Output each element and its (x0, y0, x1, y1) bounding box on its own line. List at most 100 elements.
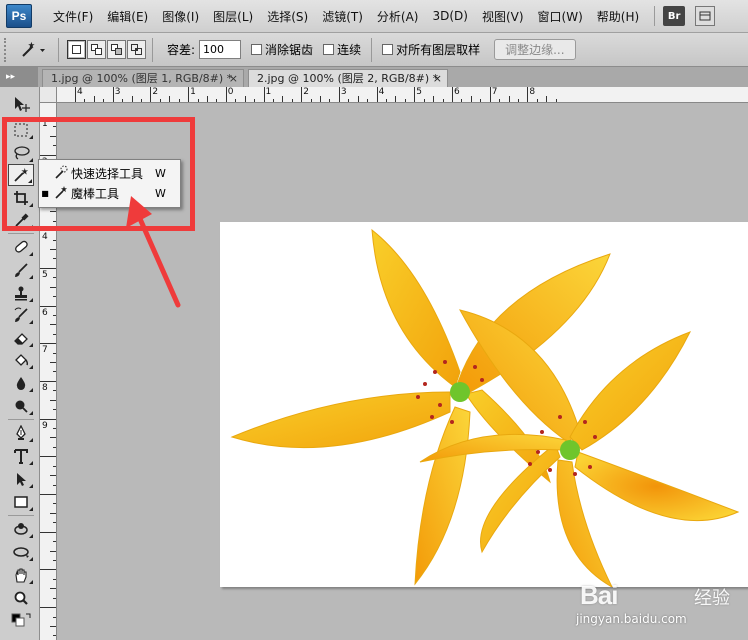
contiguous-checkbox-box[interactable] (323, 44, 335, 55)
tab-label: 2.jpg @ 100% (图层 2, RGB/8#) * (257, 72, 439, 85)
pen-tool-icon[interactable] (8, 422, 34, 444)
3d-orbit-tool-icon[interactable] (8, 541, 34, 563)
tab-1jpg[interactable]: 1.jpg @ 100% (图层 1, RGB/8#) * × (42, 69, 244, 87)
close-icon[interactable]: × (229, 70, 238, 87)
zoom-tool-icon[interactable] (8, 587, 34, 609)
ruler-label: 2 (303, 87, 309, 97)
paint-bucket-tool-icon[interactable] (8, 349, 34, 371)
type-tool-icon[interactable] (8, 445, 34, 467)
ruler-tick (50, 324, 56, 326)
ruler-tick (272, 99, 274, 102)
shape-tool-icon[interactable] (8, 491, 34, 513)
hand-tool-icon[interactable] (8, 564, 34, 586)
ruler-tick (53, 597, 56, 599)
ruler-tick (93, 96, 95, 102)
bridge-button[interactable]: Br (663, 6, 686, 26)
ruler-tick (376, 87, 378, 102)
tab-2jpg[interactable]: 2.jpg @ 100% (图层 2, RGB/8#) * × (248, 69, 448, 87)
ruler-tick (301, 87, 303, 102)
tolerance-input[interactable] (199, 40, 242, 59)
refine-edge-button[interactable]: 调整边缘... (494, 39, 576, 60)
ruler-tick (53, 465, 56, 467)
menu-layer[interactable]: 图层(L) (206, 8, 260, 25)
move-tool-icon[interactable] (8, 93, 34, 115)
ruler-tick (40, 494, 56, 495)
sample-all-layers-checkbox[interactable]: 对所有图层取样 (382, 41, 480, 58)
menu-file[interactable]: 文件(F) (46, 8, 100, 25)
menu-window[interactable]: 窗口(W) (531, 8, 590, 25)
ruler-tick (291, 99, 293, 102)
ruler-tick (216, 99, 218, 102)
ruler-label: 9 (42, 420, 48, 431)
ruler-tick (329, 99, 331, 102)
ruler-label: 8 (42, 382, 48, 393)
watermark-brand-suffix: 经验 (694, 588, 730, 609)
flower-right (419, 309, 740, 587)
ruler-tick (50, 475, 56, 477)
ruler-tick (386, 99, 388, 102)
menu-select[interactable]: 选择(S) (260, 8, 315, 25)
contiguous-label: 连续 (337, 43, 362, 57)
launch-minibridge-icon[interactable] (695, 6, 716, 26)
antialias-checkbox[interactable]: 消除锯齿 (251, 41, 313, 58)
sample-all-layers-checkbox-box[interactable] (382, 44, 394, 55)
ruler-tick (461, 99, 463, 102)
ruler-tick (103, 99, 105, 102)
horizontal-ruler[interactable]: 4 3 2 1 0 1 2 3 4 5 6 7 8 (57, 87, 748, 103)
ruler-tick (53, 390, 56, 392)
menu-analysis[interactable]: 分析(A) (370, 8, 426, 25)
ruler-label: 1 (265, 87, 272, 97)
ruler-tick (527, 87, 529, 102)
ruler-tick (50, 286, 56, 288)
brush-tool-icon[interactable] (8, 259, 34, 281)
ruler-tick (40, 607, 56, 609)
tool-preset-picker[interactable] (14, 38, 52, 62)
ruler-tick (53, 541, 56, 543)
new-selection-button[interactable] (67, 40, 86, 59)
document-canvas[interactable] (220, 222, 748, 587)
ruler-origin[interactable] (40, 87, 57, 103)
menu-filter[interactable]: 滤镜(T) (315, 8, 370, 25)
color-swatches-icon[interactable] (8, 610, 34, 632)
ruler-tick (169, 96, 171, 102)
path-selection-tool-icon[interactable] (8, 468, 34, 490)
ruler-tick (395, 96, 397, 102)
ruler-tick (480, 99, 482, 102)
options-grip[interactable] (4, 37, 10, 62)
ruler-tick (254, 99, 256, 102)
ruler-tick (53, 352, 56, 354)
subtract-from-selection-button[interactable] (107, 40, 126, 59)
menu-help[interactable]: 帮助(H) (590, 8, 646, 25)
ruler-tick (40, 380, 56, 382)
eraser-tool-icon[interactable] (8, 327, 34, 349)
ruler-tick (470, 96, 472, 102)
dodge-tool-icon[interactable] (8, 395, 34, 417)
ruler-tick (122, 99, 124, 102)
ruler-label: 7 (42, 345, 48, 356)
contiguous-checkbox[interactable]: 连续 (323, 41, 361, 58)
history-brush-tool-icon[interactable] (8, 304, 34, 326)
ruler-tick (53, 314, 56, 316)
close-icon[interactable]: × (433, 70, 442, 87)
ruler-tick (53, 258, 56, 260)
menu-bar: Ps 文件(F) 编辑(E) 图像(I) 图层(L) 选择(S) 滤镜(T) 分… (0, 0, 748, 33)
ruler-tick (50, 362, 56, 364)
collapse-panel-icon[interactable]: ▸▸ (0, 67, 38, 87)
add-to-selection-button[interactable] (87, 40, 106, 59)
intersect-selection-button[interactable] (127, 40, 146, 59)
ruler-tick (263, 87, 265, 102)
menu-edit[interactable]: 编辑(E) (100, 8, 155, 25)
ruler-tick (40, 531, 56, 533)
tool-divider (8, 419, 34, 420)
menu-3d[interactable]: 3D(D) (425, 9, 474, 23)
ruler-tick (50, 588, 56, 590)
healing-brush-tool-icon[interactable] (8, 236, 34, 258)
menu-view[interactable]: 视图(V) (475, 8, 531, 25)
clone-stamp-tool-icon[interactable] (8, 282, 34, 304)
3d-rotate-tool-icon[interactable] (8, 518, 34, 540)
blur-tool-icon[interactable] (8, 372, 34, 394)
menu-image[interactable]: 图像(I) (155, 8, 206, 25)
ruler-tick (367, 99, 369, 102)
ruler-tick (40, 267, 56, 269)
antialias-checkbox-box[interactable] (251, 44, 263, 55)
